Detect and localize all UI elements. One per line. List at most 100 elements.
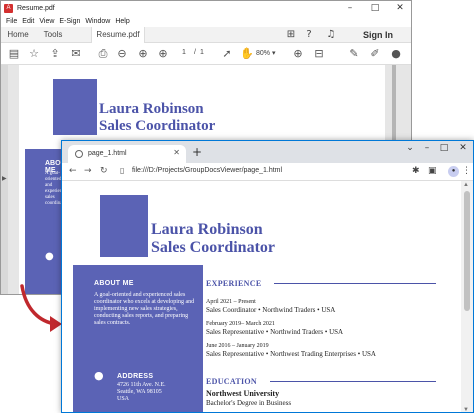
zoom-value: 80%	[256, 50, 271, 57]
browser-maximize-button[interactable]: □	[434, 143, 454, 153]
forward-icon[interactable]: →	[84, 166, 92, 176]
globe-icon	[75, 150, 83, 158]
expand-panel-icon[interactable]: ▶	[2, 175, 7, 182]
browser-address-bar: ← → ↻ ▯ file:///D:/Projects/GroupDocsVie…	[62, 163, 473, 181]
sign-in-button[interactable]: Sign In	[363, 27, 393, 43]
notifications-icon[interactable]: ♫	[325, 29, 337, 41]
address-line: Seattle, WA 98105	[117, 389, 162, 395]
browser-window: page_1.html ✕ + ⌄ – □ ✕ ← → ↻ ▯ file:///…	[61, 140, 474, 413]
job-role: Sales Coordinator • Northwind Traders • …	[206, 306, 336, 314]
experience-heading: EXPERIENCE	[206, 279, 262, 288]
resume-sidebar: ABOUT ME A goal-oriented and experienced…	[73, 265, 203, 412]
sidebar-icon[interactable]: ▣	[428, 166, 437, 176]
hand-icon[interactable]: ✋	[240, 47, 254, 61]
pdf-toolbar: ▤ ☆ ⇪ ✉ ⎙ ⊖ ⊕ ⊕ 1 / 1 ➚ ✋ 80% ▾ ⊕ ⊟ ✎ ✐ …	[1, 43, 411, 65]
browser-scroll-thumb[interactable]	[464, 191, 470, 311]
tab-home[interactable]: Home	[1, 27, 35, 43]
arrow-icon	[20, 284, 62, 332]
sign-icon[interactable]: ✎	[347, 47, 361, 61]
scroll-up-icon[interactable]: ▲	[463, 182, 469, 188]
resume-photo-block	[100, 195, 148, 257]
address-text: 4726 11th Ave. N.E. Seattle, WA 98105 US…	[117, 382, 166, 403]
pdf-window-title: Resume.pdf	[17, 4, 55, 12]
menu-file[interactable]: File	[6, 18, 17, 25]
back-icon[interactable]: ←	[69, 166, 77, 176]
print-icon[interactable]: ⎙	[96, 47, 110, 61]
browser-content: Laura Robinson Sales Coordinator ABOUT M…	[62, 181, 463, 412]
menu-window[interactable]: Window	[85, 18, 110, 25]
resume-name-title: Laura Robinson Sales Coordinator	[99, 101, 215, 135]
new-tab-button[interactable]: +	[192, 145, 202, 159]
job-role: Sales Representative • Northwest Trading…	[206, 350, 376, 358]
browser-close-button[interactable]: ✕	[453, 143, 473, 153]
resume-name: Laura Robinson	[99, 101, 204, 117]
share-mail-icon[interactable]: ✉	[69, 47, 83, 61]
education-divider	[270, 381, 436, 382]
address-line: USA	[117, 396, 130, 402]
about-text: A goal-oriented and experienced sales co…	[94, 292, 195, 326]
education-heading: EDUCATION	[206, 377, 258, 386]
menu-esign[interactable]: E-Sign	[59, 18, 80, 25]
menu-view[interactable]: View	[39, 18, 54, 25]
zoom-in-icon[interactable]: ⊕	[291, 47, 305, 61]
url-input[interactable]: file:///D:/Projects/GroupDocsViewer/page…	[132, 167, 282, 174]
prev-page-icon[interactable]: ⊕	[136, 47, 150, 61]
pin-icon: ●	[45, 251, 54, 262]
menu-edit[interactable]: Edit	[22, 18, 34, 25]
resume-name: Laura Robinson	[151, 221, 263, 238]
zoom-out-icon[interactable]: ⊖	[115, 47, 129, 61]
comment-icon[interactable]: ✐	[368, 47, 382, 61]
create-icon[interactable]: ▤	[7, 47, 21, 61]
star-icon[interactable]: ☆	[27, 47, 41, 61]
close-button[interactable]: ✕	[388, 1, 411, 15]
file-icon: ▯	[120, 166, 125, 175]
job-dates: April 2021 – Present	[206, 299, 256, 305]
profile-icon[interactable]: ●	[389, 47, 403, 61]
job-dates: February 2019– March 2021	[206, 321, 275, 327]
degree-name: Bachelor's Degree in Business	[206, 399, 292, 407]
minimize-button[interactable]: –	[338, 1, 362, 15]
zoom-select[interactable]: 80% ▾	[256, 48, 290, 60]
about-heading: ABOUT ME	[94, 280, 134, 287]
menu-icon[interactable]: ⋮	[462, 166, 471, 176]
page-current[interactable]: 1	[182, 49, 186, 56]
tab-tools[interactable]: Tools	[37, 27, 69, 43]
pdf-tab-bar: Home Tools Resume.pdf ? ♫ ⊞ Sign In	[1, 27, 411, 43]
pin-icon: ●	[94, 369, 104, 382]
menu-help[interactable]: Help	[115, 18, 129, 25]
address-line: 4726 11th Ave. N.E.	[117, 382, 166, 388]
browser-tab-bar: page_1.html ✕ + ⌄ – □ ✕	[62, 141, 473, 163]
pdf-left-panel: ▶	[1, 65, 8, 294]
next-page-icon[interactable]: ⊕	[156, 47, 170, 61]
maximize-button[interactable]: □	[363, 1, 387, 15]
resume-photo-block	[53, 79, 97, 135]
address-heading: ADDRESS	[117, 373, 154, 380]
page-total: 1	[200, 49, 204, 56]
extensions-icon[interactable]: ✱	[412, 166, 420, 176]
job-entry: February 2019– March 2021 Sales Represen…	[206, 321, 343, 337]
browser-scrollbar[interactable]: ▲ ▼	[461, 181, 473, 412]
browser-tab[interactable]: page_1.html ✕	[68, 145, 186, 163]
job-entry: June 2016 – January 2019 Sales Represent…	[206, 343, 376, 359]
tab-resume-pdf[interactable]: Resume.pdf	[91, 27, 145, 43]
pdf-menu-bar: File Edit View E-Sign Window Help	[1, 15, 411, 27]
job-role: Sales Representative • Northwind Traders…	[206, 328, 344, 336]
cursor-icon[interactable]: ➚	[220, 47, 234, 61]
tab-close-icon[interactable]: ✕	[173, 148, 180, 157]
resume-name-title: Laura Robinson Sales Coordinator	[151, 221, 275, 257]
share-icon[interactable]: ⊞	[285, 29, 297, 41]
reload-icon[interactable]: ↻	[100, 166, 108, 176]
experience-divider	[274, 283, 436, 284]
school-name: Northwest University	[206, 389, 280, 398]
fit-page-icon[interactable]: ⊟	[312, 47, 326, 61]
avatar[interactable]: ●	[448, 166, 459, 177]
pdf-app-icon: A	[4, 3, 13, 13]
help-icon[interactable]: ?	[303, 29, 315, 41]
resume-title: Sales Coordinator	[99, 118, 216, 134]
job-dates: June 2016 – January 2019	[206, 343, 269, 349]
page-separator: /	[194, 49, 196, 56]
tab-title: page_1.html	[88, 150, 127, 157]
scroll-down-icon[interactable]: ▼	[463, 407, 469, 412]
job-entry: April 2021 – Present Sales Coordinator •…	[206, 299, 335, 315]
upload-icon[interactable]: ⇪	[48, 47, 62, 61]
